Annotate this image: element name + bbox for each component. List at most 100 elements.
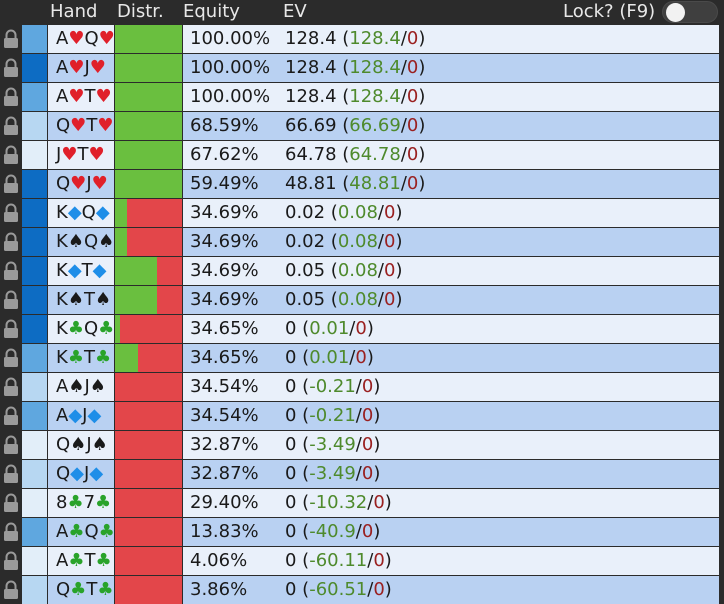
hand-cell[interactable]: A♥J♥ bbox=[48, 54, 114, 82]
lock-icon[interactable] bbox=[0, 431, 22, 459]
ev-component-a: 128.4 bbox=[349, 86, 401, 107]
club-suit-icon: ♣ bbox=[97, 579, 114, 600]
heart-suit-icon: ♥ bbox=[68, 28, 85, 49]
lock-icon[interactable] bbox=[0, 402, 22, 430]
hand-cell[interactable]: K♠Q♠ bbox=[48, 228, 114, 256]
table-row[interactable]: K♠Q♠ 34.69% 0.02 (0.08/0) bbox=[0, 228, 724, 256]
table-row[interactable]: K♠T♠ 34.69% 0.05 (0.08/0) bbox=[0, 286, 724, 314]
hand-cell[interactable]: A◆J◆ bbox=[48, 402, 114, 430]
ev-total: 0 bbox=[285, 405, 297, 426]
ev-component-a: 0.08 bbox=[337, 202, 378, 223]
lock-icon[interactable] bbox=[0, 54, 22, 82]
table-row[interactable]: K◆T◆ 34.69% 0.05 (0.08/0) bbox=[0, 257, 724, 285]
weight-strip bbox=[22, 112, 47, 140]
lock-icon[interactable] bbox=[0, 112, 22, 140]
hand-cell[interactable]: K◆Q◆ bbox=[48, 199, 114, 227]
table-row[interactable]: A♣Q♣ 13.83% 0 (-40.9/0) bbox=[0, 518, 724, 546]
lock-icon[interactable] bbox=[0, 489, 22, 517]
ev-component-a: -40.9 bbox=[309, 521, 356, 542]
weight-strip bbox=[22, 576, 47, 604]
ev-component-b: 0 bbox=[361, 521, 374, 542]
ev-component-b: 0 bbox=[406, 57, 419, 78]
table-row[interactable]: K♣T♣ 34.65% 0 (0.01/0) bbox=[0, 344, 724, 372]
hand-cell[interactable]: A♣T♣ bbox=[48, 547, 114, 575]
equity-column-header[interactable]: Equity bbox=[183, 1, 240, 23]
hand-cell[interactable]: A♥Q♥ bbox=[48, 25, 115, 53]
lock-toggle[interactable] bbox=[662, 1, 718, 23]
hand-column-header[interactable]: Hand bbox=[50, 1, 97, 23]
ev-component-b: 0 bbox=[383, 202, 396, 223]
lock-icon[interactable] bbox=[0, 83, 22, 111]
hand-cell[interactable]: K◆T◆ bbox=[48, 257, 114, 285]
ev-component-a: -3.49 bbox=[309, 463, 356, 484]
lock-icon[interactable] bbox=[0, 286, 22, 314]
club-suit-icon: ♣ bbox=[68, 521, 85, 542]
table-row[interactable]: A♥J♥ 100.00% 128.4 (128.4/0) bbox=[0, 54, 724, 82]
table-row[interactable]: Q♥J♥ 59.49% 48.81 (48.81/0) bbox=[0, 170, 724, 198]
equity-ev-cell: 34.69% 0.05 (0.08/0) bbox=[183, 257, 719, 285]
club-suit-icon: ♣ bbox=[67, 318, 84, 339]
card-rank: T bbox=[83, 347, 95, 368]
table-row[interactable]: Q◆J◆ 32.87% 0 (-3.49/0) bbox=[0, 460, 724, 488]
hand-cell[interactable]: J♥T♥ bbox=[48, 141, 114, 169]
lock-toggle-label: Lock? (F9) bbox=[563, 1, 656, 22]
lock-icon[interactable] bbox=[0, 141, 22, 169]
hand-cell[interactable]: A♣Q♣ bbox=[48, 518, 115, 546]
lock-icon[interactable] bbox=[0, 518, 22, 546]
table-row[interactable]: Q♣T♣ 3.86% 0 (-60.51/0) bbox=[0, 576, 724, 604]
table-row[interactable]: A◆J◆ 34.54% 0 (-0.21/0) bbox=[0, 402, 724, 430]
ev-column-header[interactable]: EV bbox=[283, 1, 307, 23]
weight-strip bbox=[22, 170, 47, 198]
equity-ev-cell: 32.87% 0 (-3.49/0) bbox=[183, 460, 719, 488]
distribution-cell bbox=[115, 402, 182, 430]
table-row[interactable]: A♠J♠ 34.54% 0 (-0.21/0) bbox=[0, 373, 724, 401]
lock-icon[interactable] bbox=[0, 344, 22, 372]
hand-cell[interactable]: Q♥J♥ bbox=[48, 170, 114, 198]
ev-component-b: 0 bbox=[406, 86, 419, 107]
card-rank: K bbox=[56, 231, 68, 252]
card-rank: A bbox=[56, 86, 69, 107]
card-rank: A bbox=[56, 376, 69, 397]
hand-cell[interactable]: Q♥T♥ bbox=[48, 112, 114, 140]
equity-value: 34.69% bbox=[190, 260, 259, 281]
card-rank: Q bbox=[56, 463, 71, 484]
hand-cell[interactable]: Q◆J◆ bbox=[48, 460, 114, 488]
club-suit-icon: ♣ bbox=[95, 492, 112, 513]
lock-icon[interactable] bbox=[0, 373, 22, 401]
distr-column-header[interactable]: Distr. bbox=[117, 1, 164, 23]
lock-icon[interactable] bbox=[0, 547, 22, 575]
table-row[interactable]: A♥Q♥ 100.00% 128.4 (128.4/0) bbox=[0, 25, 724, 53]
table-row[interactable]: 8♣7♣ 29.40% 0 (-10.32/0) bbox=[0, 489, 724, 517]
lock-icon[interactable] bbox=[0, 257, 22, 285]
hand-cell[interactable]: K♣Q♣ bbox=[48, 315, 114, 343]
lock-icon[interactable] bbox=[0, 460, 22, 488]
equity-ev-cell: 67.62% 64.78 (64.78/0) bbox=[183, 141, 719, 169]
ev-total: 0 bbox=[285, 521, 297, 542]
hand-cell[interactable]: K♣T♣ bbox=[48, 344, 114, 372]
lock-icon[interactable] bbox=[0, 170, 22, 198]
hand-cell[interactable]: Q♠J♠ bbox=[48, 431, 114, 459]
table-row[interactable]: K◆Q◆ 34.69% 0.02 (0.08/0) bbox=[0, 199, 724, 227]
table-row[interactable]: Q♠J♠ 32.87% 0 (-3.49/0) bbox=[0, 431, 724, 459]
diamond-suit-icon: ◆ bbox=[92, 260, 107, 281]
lock-icon[interactable] bbox=[0, 199, 22, 227]
hand-cell[interactable]: K♠T♠ bbox=[48, 286, 114, 314]
lock-icon[interactable] bbox=[0, 576, 22, 604]
hand-cell[interactable]: 8♣7♣ bbox=[48, 489, 114, 517]
hand-cell[interactable]: A♥T♥ bbox=[48, 83, 114, 111]
table-row[interactable]: A♥T♥ 100.00% 128.4 (128.4/0) bbox=[0, 83, 724, 111]
hand-cell[interactable]: Q♣T♣ bbox=[48, 576, 114, 604]
hand-cell[interactable]: A♠J♠ bbox=[48, 373, 114, 401]
table-row[interactable]: A♣T♣ 4.06% 0 (-60.11/0) bbox=[0, 547, 724, 575]
card-rank: T bbox=[84, 550, 96, 571]
distr-bar-green bbox=[115, 286, 157, 314]
table-row[interactable]: Q♥T♥ 68.59% 66.69 (66.69/0) bbox=[0, 112, 724, 140]
lock-icon[interactable] bbox=[0, 315, 22, 343]
card-rank: A bbox=[56, 550, 69, 571]
lock-icon[interactable] bbox=[0, 228, 22, 256]
table-row[interactable]: J♥T♥ 67.62% 64.78 (64.78/0) bbox=[0, 141, 724, 169]
heart-suit-icon: ♥ bbox=[61, 144, 78, 165]
lock-icon[interactable] bbox=[0, 25, 22, 53]
ev-total: 0 bbox=[285, 376, 297, 397]
table-row[interactable]: K♣Q♣ 34.65% 0 (0.01/0) bbox=[0, 315, 724, 343]
